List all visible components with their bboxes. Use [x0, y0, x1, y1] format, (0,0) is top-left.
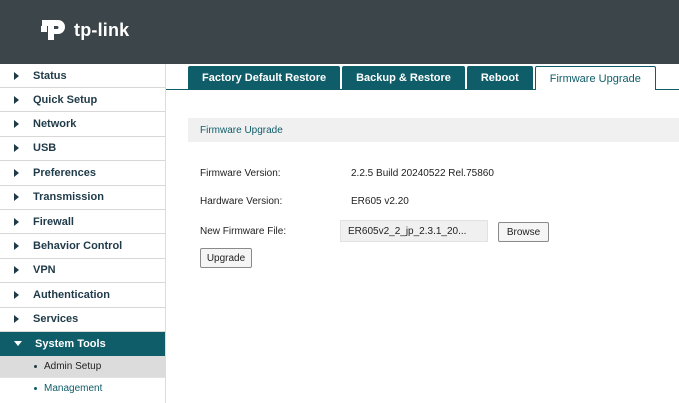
new-firmware-label: New Firmware File: [200, 226, 287, 237]
sidebar-item-firewall[interactable]: Firewall [0, 210, 165, 235]
caret-right-icon [14, 95, 19, 104]
caret-right-icon [14, 144, 19, 153]
sidebar-item-system-tools[interactable]: System Tools [0, 331, 165, 356]
sidebar-item-label: Transmission [33, 191, 104, 204]
caret-right-icon [14, 217, 19, 226]
caret-right-icon [14, 242, 19, 251]
tab-bar: Factory Default Restore Backup & Restore… [188, 66, 658, 90]
sidebar-item-preferences[interactable]: Preferences [0, 161, 165, 186]
hardware-version-label: Hardware Version: [200, 196, 283, 207]
sidebar-item-network[interactable]: Network [0, 112, 165, 137]
section-title: Firmware Upgrade [188, 118, 679, 142]
browse-button[interactable]: Browse [498, 222, 549, 242]
caret-down-icon [14, 341, 22, 347]
tab-firmware-upgrade[interactable]: Firmware Upgrade [534, 66, 656, 90]
sidebar-item-vpn[interactable]: VPN [0, 259, 165, 284]
tab-factory-default-restore[interactable]: Factory Default Restore [188, 66, 341, 89]
sidebar-item-transmission[interactable]: Transmission [0, 186, 165, 210]
brand-name: tp-link [74, 19, 130, 40]
sidebar-item-label: VPN [33, 264, 56, 277]
upgrade-button[interactable]: Upgrade [200, 248, 252, 268]
sidebar-item-usb[interactable]: USB [0, 137, 165, 162]
sidebar-item-label: Services [33, 313, 79, 326]
sidebar-subitem-label: Management [44, 383, 103, 395]
sidebar-item-label: Behavior Control [33, 240, 123, 253]
sidebar-item-label: USB [33, 142, 57, 155]
sidebar-subitem-admin-setup[interactable]: Admin Setup [0, 355, 165, 378]
tab-reboot[interactable]: Reboot [466, 66, 533, 89]
firmware-file-field[interactable]: ER605v2_2_jp_2.3.1_20... [340, 220, 488, 242]
sidebar-item-label: System Tools [35, 337, 106, 350]
caret-right-icon [14, 168, 19, 177]
tp-link-logo-icon [41, 20, 65, 40]
sidebar-subitem-label: Admin Setup [44, 360, 102, 372]
sidebar-item-label: Firewall [33, 215, 74, 228]
top-header: tp-link [0, 0, 679, 64]
caret-right-icon [14, 315, 19, 324]
tp-link-logo: tp-link [38, 14, 129, 46]
caret-right-icon [14, 266, 19, 275]
sidebar-item-label: Quick Setup [33, 93, 98, 106]
bullet-icon [34, 387, 37, 391]
bullet-icon [34, 364, 37, 368]
sidebar-subitem-management[interactable]: Management [0, 378, 165, 400]
sidebar-item-services[interactable]: Services [0, 308, 165, 332]
firmware-version-label: Firmware Version: [200, 168, 281, 179]
firmware-version-value: 2.2.5 Build 20240522 Rel.75860 [351, 168, 494, 179]
sidebar-item-label: Authentication [33, 288, 110, 301]
caret-right-icon [14, 120, 19, 129]
sidebar-item-authentication[interactable]: Authentication [0, 283, 165, 308]
sidebar-nav: Status Quick Setup Network USB Preferenc… [0, 64, 166, 403]
sidebar-item-behavior-control[interactable]: Behavior Control [0, 234, 165, 259]
tab-backup-restore[interactable]: Backup & Restore [342, 66, 465, 89]
sidebar-item-status[interactable]: Status [0, 64, 165, 88]
sidebar-item-label: Network [33, 118, 77, 131]
caret-right-icon [14, 193, 19, 202]
caret-right-icon [14, 71, 19, 80]
sidebar-item-label: Preferences [33, 166, 96, 179]
sidebar-item-quick-setup[interactable]: Quick Setup [0, 88, 165, 113]
caret-right-icon [14, 290, 19, 299]
hardware-version-value: ER605 v2.20 [351, 196, 409, 207]
sidebar-item-label: Status [33, 69, 67, 82]
